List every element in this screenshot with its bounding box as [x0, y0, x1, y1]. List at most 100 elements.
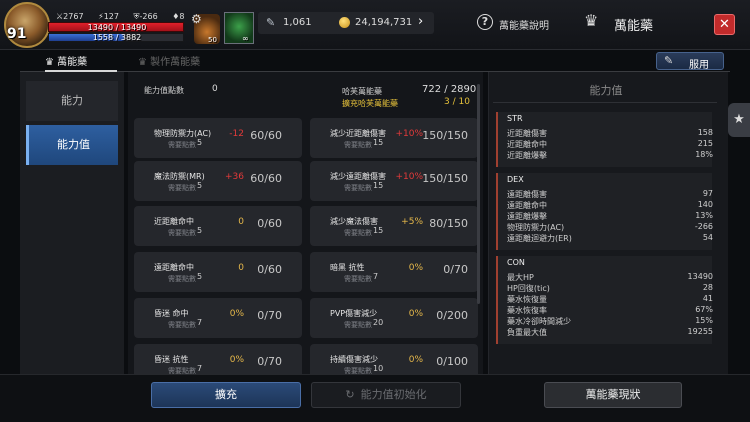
stat-card[interactable]: PVP傷害減少 需要點數 20 0% 0/200 [310, 298, 478, 338]
stat-card-req-label: 需要點數 [168, 184, 196, 192]
tab-potion[interactable]: ♛ 萬能藥 [45, 53, 87, 68]
stat-card-bonus: +10% [395, 172, 423, 182]
stat-card-req-label: 需要點數 [344, 275, 372, 283]
feather-amount: 1,061 [283, 17, 312, 28]
stat-row-value: 67% [695, 305, 713, 314]
stat-card-req-value: 7 [373, 272, 379, 281]
stat-row-label: 藥水恢復量 [507, 295, 547, 304]
stat-row: 藥水恢復率 67% [507, 305, 713, 316]
stat-card[interactable]: 持續傷害減少 需要點數 10 0% 0/100 [310, 344, 478, 374]
use-button[interactable]: ✎ 服用 [656, 52, 724, 71]
crown-icon: ♛ [138, 57, 151, 68]
stat-row-label: 藥水恢復率 [507, 306, 547, 315]
tab-craft[interactable]: ♛ 製作萬能藥 [138, 53, 200, 68]
close-button[interactable]: ✕ [714, 14, 735, 35]
points-value: 0 [212, 84, 218, 94]
stat-card[interactable]: 魔法防禦(MR) 需要點數 5 +36 60/60 [134, 161, 302, 201]
stat-section-con: CON 最大HP 13490 HP回復(tic) 28 藥水恢復量 41 藥水恢復率 67% 藥水… [496, 256, 713, 344]
stat-card-progress: 0/60 [257, 217, 282, 230]
stat-card-req-value: 5 [197, 138, 203, 147]
nav-item-stats[interactable]: 能力值 [26, 125, 118, 165]
stat-card[interactable]: 減少遠距離傷害 需要點數 15 +10% 150/150 [310, 161, 478, 201]
star-icon[interactable]: ★ [728, 103, 750, 137]
reset-icon: ↻ [345, 388, 355, 401]
stat-row-label: 遠距離傷害 [507, 190, 547, 199]
stat-card-progress: 0/70 [443, 263, 468, 276]
stat-card-req-value: 15 [373, 138, 384, 147]
currency-panel: ✎ 1,061 24,194,731 › [258, 12, 434, 34]
stat-card-progress: 0/100 [436, 355, 468, 368]
sea-label: 哈芙萬能藥 [342, 87, 382, 96]
stat-card[interactable]: 遠距離命中 需要點數 5 0 0/60 [134, 252, 302, 292]
stat-card-progress: 80/150 [429, 217, 468, 230]
crown-icon: ♛ [45, 57, 58, 68]
reset-stats-button[interactable]: ↻ 能力值初始化 [311, 382, 461, 408]
use-button-label: 服用 [689, 60, 709, 71]
stat-row-label: 最大HP [507, 273, 534, 282]
gear-icon[interactable]: ⚙ [191, 12, 202, 26]
stat-row-value: 19255 [687, 327, 713, 336]
stat-card-req-label: 需要點數 [344, 141, 372, 149]
sea-expand-label: 擴充哈芙萬能藥 [342, 99, 398, 108]
stat-card[interactable]: 暗黑 抗性需要點數 7 0% 0/70 [310, 252, 478, 292]
stat-card-req-value: 15 [373, 226, 384, 235]
stat-card-name: 昏迷 抗性 [154, 355, 189, 364]
reset-label: 能力值初始化 [360, 388, 427, 401]
leaf-item-slot[interactable] [224, 12, 254, 44]
hp-text: 13490 / 13490 [87, 23, 147, 32]
stat-card-req-label: 需要點數 [168, 141, 196, 149]
stat-section-header: STR [507, 114, 523, 123]
expand-button[interactable]: 擴充 [151, 382, 301, 408]
scrollbar[interactable] [477, 84, 480, 304]
stat-card[interactable]: 昏迷 抗性 需要點數 7 0% 0/70 [134, 344, 302, 374]
stat-row: 遠距離爆擊 13% [507, 211, 713, 222]
stat-row: HP回復(tic) 28 [507, 283, 713, 294]
nav-item-ability[interactable]: 能力 [26, 81, 118, 121]
stat-card-req-value: 5 [197, 181, 203, 190]
stat-card-req-label: 需要點數 [344, 367, 372, 374]
stat-card-name: 暗黑 抗性 [330, 263, 365, 272]
character-level: 91 [7, 26, 27, 42]
gold-amount: 24,194,731 [355, 17, 413, 28]
tab-bar: ♛ 萬能藥 ♛ 製作萬能藥 [20, 50, 730, 72]
stat-card[interactable]: 近距離命中 需要點數 5 0 0/60 [134, 206, 302, 246]
stat-card-req-value: 15 [373, 181, 384, 190]
stat-card-req-value: 5 [197, 272, 203, 281]
stat-section-str: STR 近距離傷害 158 近距離命中 215 近距離爆擊 18% [496, 112, 713, 167]
stat-row-value: 18% [695, 150, 713, 159]
help-icon[interactable]: ? [477, 14, 493, 30]
stat-card-req-value: 20 [373, 318, 384, 327]
stat-card[interactable]: 物理防禦力(AC) 需要點數 5 -12 60/60 [134, 118, 302, 158]
chevron-right-icon[interactable]: › [418, 14, 423, 29]
stat-card-progress: 60/60 [250, 129, 282, 142]
stat-card[interactable]: 減少魔法傷害 需要點數 15 +5% 80/150 [310, 206, 478, 246]
player-stats-row: ⚔2767 ⚡127 ⛨-266 ♦8 [56, 12, 197, 22]
hp-bar: 13490 / 13490 [48, 22, 184, 32]
stat-row: 遠距離命中 140 [507, 200, 713, 211]
stat-row: 遠距離傷害 97 [507, 189, 713, 200]
stat-row-value: 28 [702, 283, 713, 292]
stat-card-progress: 0/60 [257, 263, 282, 276]
stat-card-req-label: 需要點數 [168, 367, 196, 374]
stat-card-name: 昏迷 命中 [154, 309, 189, 318]
stat-row-label: 藥水冷卻時間減少 [507, 317, 571, 326]
stat-card-bonus: 0% [408, 263, 423, 273]
stat-row-value: 97 [702, 189, 713, 198]
stat-card-req-label: 需要點數 [344, 184, 372, 192]
stat-3: ⛨-266 [133, 12, 158, 21]
stat-row: 最大HP 13490 [507, 272, 713, 283]
stats-panel-title: 能力值 [589, 84, 623, 97]
stat-row-value: 13490 [687, 272, 713, 281]
stat-card-name: 物理防禦力(AC) [154, 129, 212, 138]
stat-row: 近距離爆擊 18% [507, 150, 713, 161]
stat-card[interactable]: 減少近距離傷害 需要點數 15 +10% 150/150 [310, 118, 478, 158]
stat-row-value: 15% [695, 316, 713, 325]
potion-status-button[interactable]: 萬能藥現狀 [544, 382, 682, 408]
stat-row-value: 215 [697, 139, 713, 148]
stat-row: 藥水恢復量 41 [507, 294, 713, 305]
stat-card-name: 近距離命中 [154, 217, 194, 226]
help-link[interactable]: 萬能藥說明 [499, 17, 549, 32]
stat-card[interactable]: 昏迷 命中 需要點數 7 0% 0/70 [134, 298, 302, 338]
stat-card-progress: 0/70 [257, 355, 282, 368]
mp-bar: 1558 / 3882 [48, 33, 184, 42]
